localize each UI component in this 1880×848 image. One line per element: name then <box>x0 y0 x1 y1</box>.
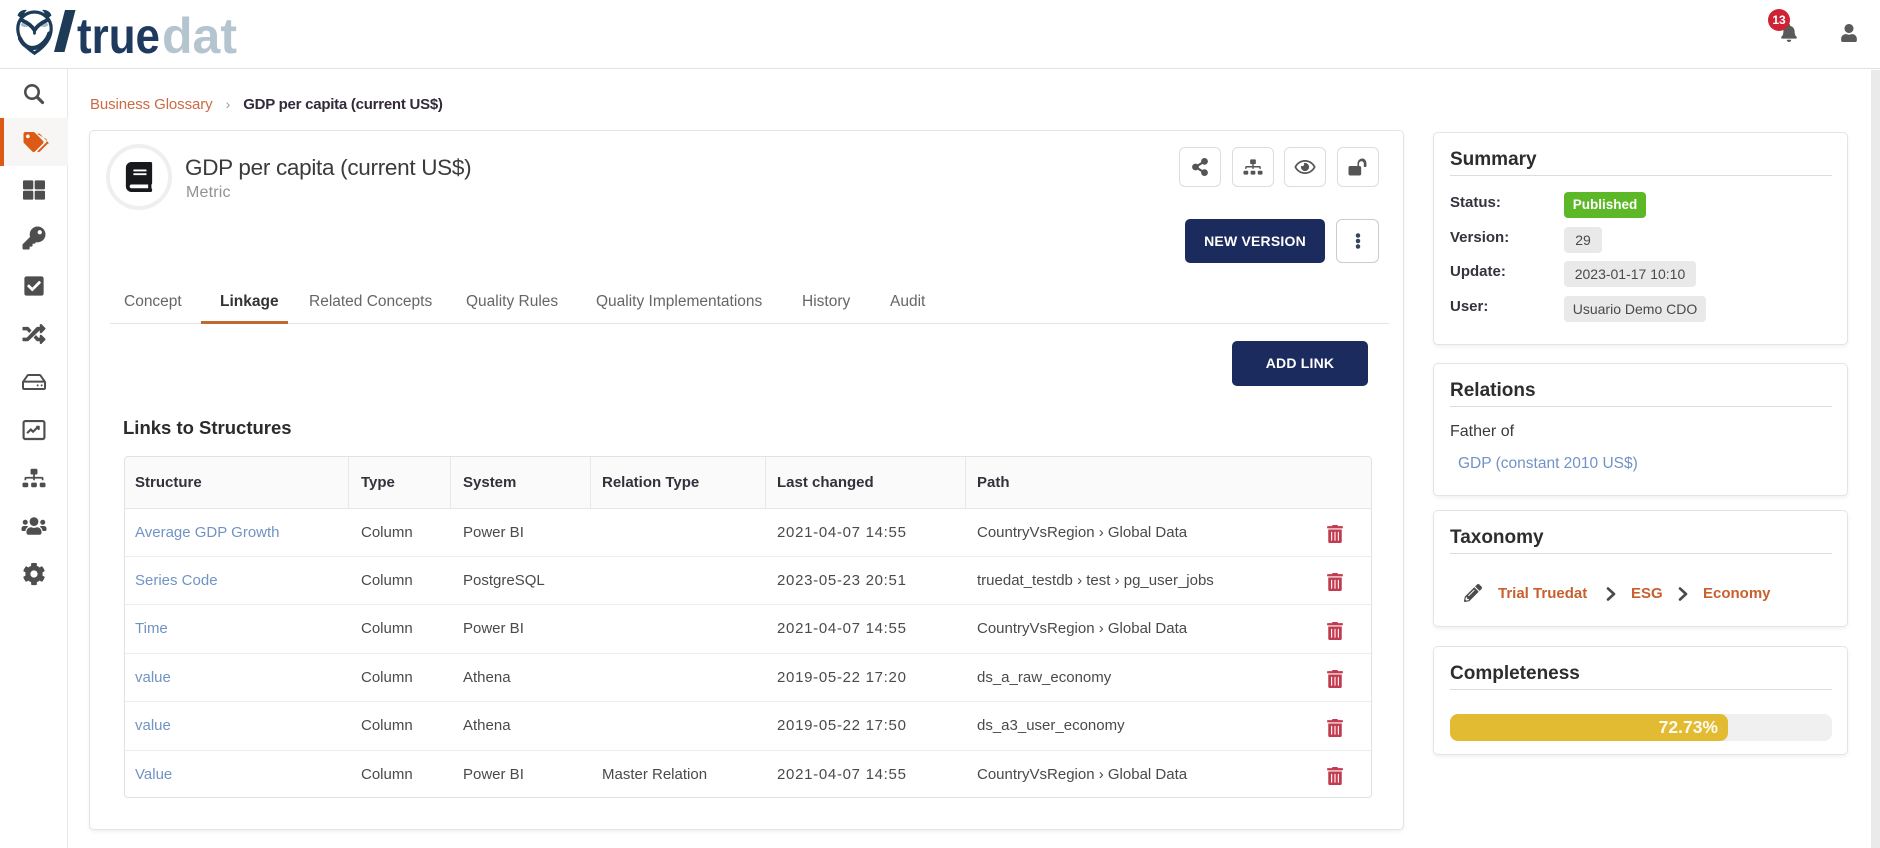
svg-text:dat: dat <box>162 8 237 62</box>
svg-text:true: true <box>77 8 160 62</box>
